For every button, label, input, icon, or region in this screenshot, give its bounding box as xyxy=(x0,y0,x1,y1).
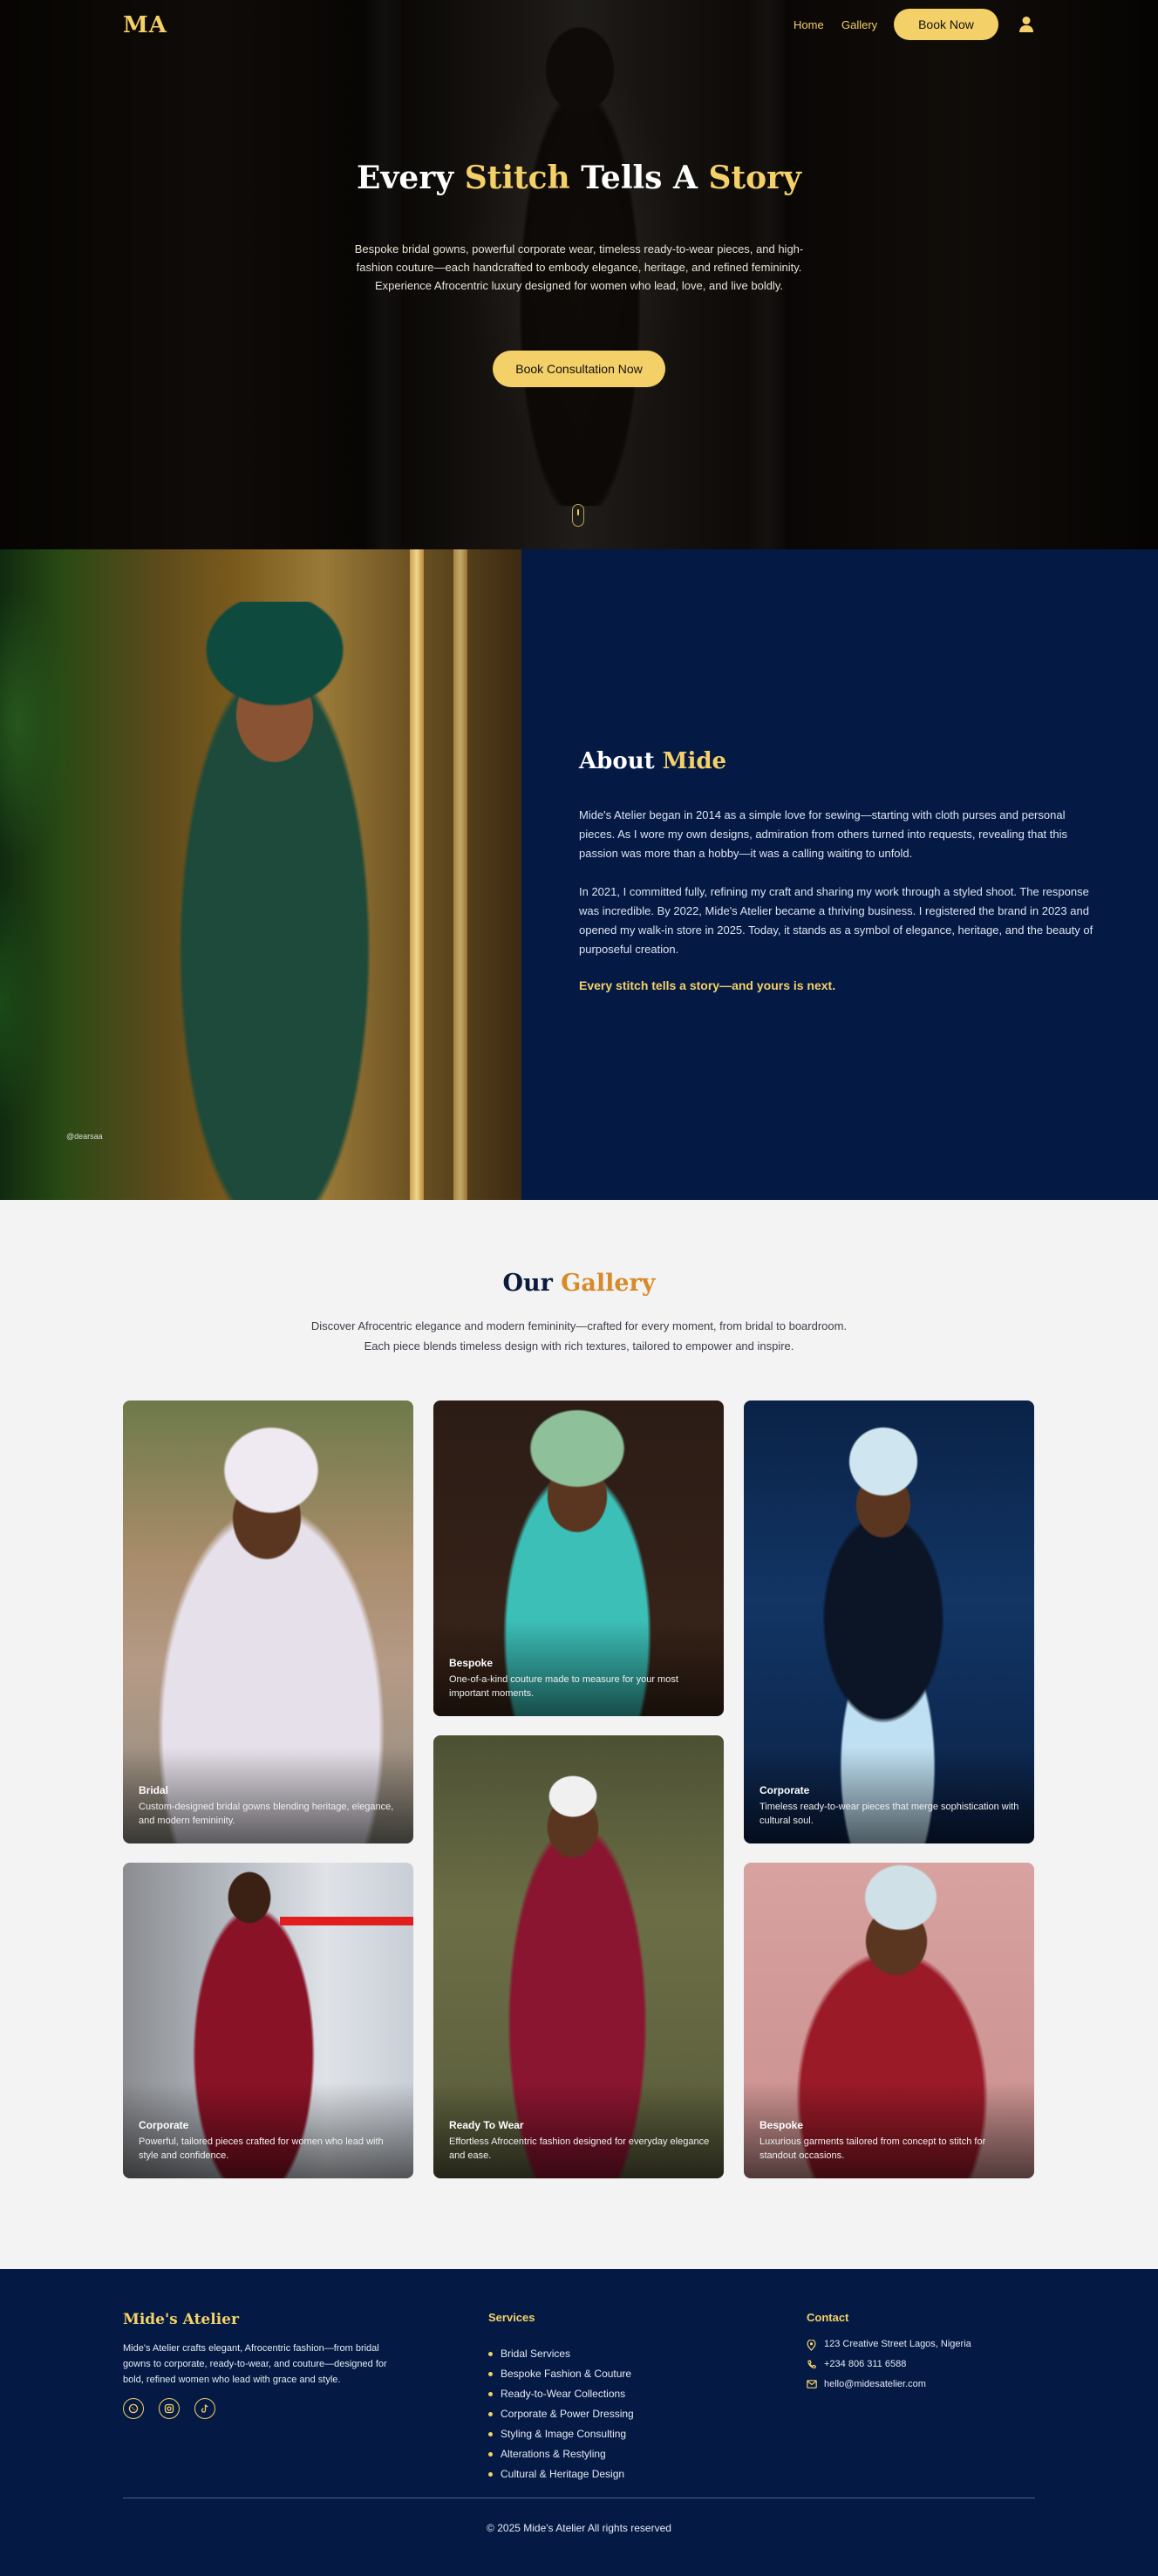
photo-decor xyxy=(453,549,467,1200)
photo-decor xyxy=(280,1917,413,1925)
card-description: One-of-a-kind couture made to measure fo… xyxy=(449,1674,678,1699)
gallery-card-bespoke[interactable]: Bespoke One-of-a-kind couture made to me… xyxy=(433,1400,724,1716)
about-paragraph: In 2021, I committed fully, refining my … xyxy=(579,885,1093,956)
location-pin-icon xyxy=(807,2340,816,2351)
footer: Mide's Atelier Mide's Atelier crafts ele… xyxy=(0,2269,1158,2576)
top-navigation: MA Home Gallery Book Now xyxy=(0,0,1158,51)
gallery-card-bespoke[interactable]: Bespoke Luxurious garments tailored from… xyxy=(744,1863,1034,2178)
contact-phone-text: +234 806 311 6588 xyxy=(824,2359,907,2369)
gallery-description: Discover Afrocentric elegance and modern… xyxy=(262,1316,896,1356)
card-title: Corporate xyxy=(760,1784,810,1796)
contact-address-text: 123 Creative Street Lagos, Nigeria xyxy=(824,2339,971,2349)
card-title: Ready To Wear xyxy=(449,2119,524,2131)
card-title: Bridal xyxy=(139,1784,169,1796)
book-now-button[interactable]: Book Now xyxy=(894,9,998,40)
hero-description: Bespoke bridal gowns, powerful corporate… xyxy=(354,242,804,292)
hero-title-part: Every xyxy=(357,160,465,196)
hero-title-highlight: Story xyxy=(708,160,801,196)
gallery-title-highlight: Gallery xyxy=(561,1270,656,1297)
service-label: Cultural & Heritage Design xyxy=(501,2468,625,2480)
card-title: Bespoke xyxy=(760,2119,804,2131)
user-icon[interactable] xyxy=(1018,16,1034,33)
phone-icon xyxy=(807,2360,817,2368)
gallery-description-line: Discover Afrocentric elegance and modern… xyxy=(310,1319,848,1332)
bullet-icon xyxy=(488,2432,493,2436)
bullet-icon xyxy=(488,2352,493,2356)
footer-brand: Mide's Atelier xyxy=(123,2311,239,2328)
service-label: Styling & Image Consulting xyxy=(501,2428,627,2440)
bullet-icon xyxy=(488,2392,493,2396)
card-description: Powerful, tailored pieces crafted for wo… xyxy=(139,2136,384,2161)
card-description: Custom-designed bridal gowns blending he… xyxy=(139,1802,394,1826)
bullet-icon xyxy=(488,2372,493,2376)
logo[interactable]: MA xyxy=(123,12,167,38)
about-paragraph: Mide's Atelier began in 2014 as a simple… xyxy=(579,808,1067,860)
whatsapp-icon[interactable] xyxy=(123,2398,144,2419)
bullet-icon xyxy=(488,2472,493,2477)
card-title: Bespoke xyxy=(449,1657,494,1669)
photo-decor xyxy=(0,549,140,1200)
copyright: © 2025 Mide's Atelier All rights reserve… xyxy=(487,2522,671,2534)
bullet-icon xyxy=(488,2412,493,2416)
hero-title-part: Tells A xyxy=(569,160,709,196)
gallery-description-line: Each piece blends timeless design with r… xyxy=(364,1339,794,1353)
card-title: Corporate xyxy=(139,2119,189,2131)
hero-title: Every Stitch Tells A Story xyxy=(0,160,1158,196)
gallery-card-ready-to-wear[interactable]: Ready To Wear Effortless Afrocentric fas… xyxy=(433,1735,724,2178)
about-title: About Mide xyxy=(579,748,726,774)
card-description: Timeless ready-to-wear pieces that merge… xyxy=(760,1802,1019,1826)
tiktok-icon[interactable] xyxy=(194,2398,215,2419)
photo-credit: @dearsaa xyxy=(66,1132,103,1141)
about-title-part: About xyxy=(579,748,663,774)
mail-icon xyxy=(807,2380,817,2389)
contact-email-text: hello@midesatelier.com xyxy=(824,2379,926,2389)
footer-about: Mide's Atelier crafts elegant, Afrocentr… xyxy=(123,2343,387,2385)
card-description: Effortless Afrocentric fashion designed … xyxy=(449,2136,710,2161)
gallery-card-corporate[interactable]: Corporate Timeless ready-to-wear pieces … xyxy=(744,1400,1034,1843)
nav-home-link[interactable]: Home xyxy=(794,18,824,31)
about-model-figure xyxy=(144,602,414,1200)
bullet-icon xyxy=(488,2452,493,2457)
about-section: @dearsaa About Mide Mide's Atelier began… xyxy=(0,549,1158,1200)
gallery-card-corporate[interactable]: Corporate Powerful, tailored pieces craf… xyxy=(123,1863,413,2178)
card-description: Luxurious garments tailored from concept… xyxy=(760,2136,986,2161)
instagram-icon[interactable] xyxy=(159,2398,180,2419)
gallery-section: Our Gallery Discover Afrocentric eleganc… xyxy=(0,1200,1158,2269)
about-title-highlight: Mide xyxy=(662,748,727,774)
hero-section: MA Home Gallery Book Now Every Stitch Te… xyxy=(0,0,1158,549)
book-consultation-button[interactable]: Book Consultation Now xyxy=(493,351,665,387)
gallery-title: Our Gallery xyxy=(0,1270,1158,1297)
gallery-title-part: Our xyxy=(502,1270,562,1297)
nav-gallery-link[interactable]: Gallery xyxy=(841,18,877,31)
service-label: Alterations & Restyling xyxy=(501,2448,606,2460)
hero-title-highlight: Stitch xyxy=(464,160,570,196)
scroll-indicator-icon[interactable] xyxy=(572,504,584,527)
about-photo: @dearsaa xyxy=(0,549,521,1200)
service-label: Bespoke Fashion & Couture xyxy=(501,2368,632,2380)
gallery-card-bridal[interactable]: Bridal Custom-designed bridal gowns blen… xyxy=(123,1400,413,1843)
service-label: Ready-to-Wear Collections xyxy=(501,2388,626,2400)
footer-services-heading: Services xyxy=(488,2311,535,2324)
about-tagline: Every stitch tells a story—and yours is … xyxy=(579,978,836,992)
footer-contact-heading: Contact xyxy=(807,2311,849,2324)
service-label: Bridal Services xyxy=(501,2348,571,2360)
service-label: Corporate & Power Dressing xyxy=(501,2408,634,2420)
